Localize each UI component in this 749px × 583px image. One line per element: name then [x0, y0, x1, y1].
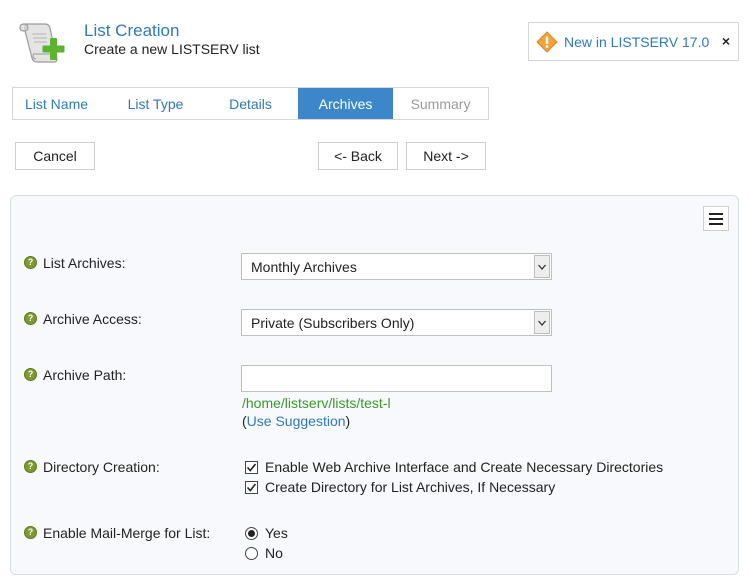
tab-summary: Summary — [410, 95, 471, 112]
list-archives-value: Monthly Archives — [251, 258, 357, 275]
tab-list-name[interactable]: List Name — [13, 88, 108, 119]
help-icon[interactable]: ? — [24, 368, 37, 381]
mail-merge-label: Enable Mail-Merge for List: — [43, 525, 211, 541]
back-button[interactable]: <- Back — [318, 142, 398, 170]
list-scroll-plus-icon — [16, 18, 68, 64]
directory-creation-label: Directory Creation: — [43, 459, 160, 475]
list-archives-select[interactable]: Monthly Archives — [241, 253, 552, 280]
enable-web-archive-label: Enable Web Archive Interface and Create … — [265, 459, 664, 475]
archive-access-select[interactable]: Private (Subscribers Only) — [241, 309, 552, 336]
archive-path-suggestion: /home/listserv/lists/test-l — [242, 395, 391, 411]
tab-archives[interactable]: Archives — [298, 88, 394, 119]
archive-path-label: Archive Path: — [43, 367, 127, 383]
radio-unselected-icon[interactable] — [245, 546, 258, 560]
wizard-tabs: List Name List Type Details Archives Sum… — [12, 87, 489, 120]
tab-details[interactable]: Details — [203, 88, 298, 119]
checkbox-checked-icon[interactable] — [245, 480, 258, 494]
suggest-paren-close: ) — [345, 413, 351, 429]
checkbox-checked-icon[interactable] — [245, 460, 258, 474]
close-icon[interactable]: × — [722, 33, 730, 49]
hamburger-menu-icon[interactable] — [703, 206, 729, 231]
archive-path-input[interactable] — [241, 365, 552, 392]
help-icon[interactable]: ? — [24, 256, 37, 269]
next-button[interactable]: Next -> — [406, 142, 486, 170]
archive-access-value: Private (Subscribers Only) — [251, 314, 415, 331]
whats-new-banner[interactable]: New in LISTSERV 17.0 × — [528, 22, 739, 61]
create-directory-label: Create Directory for List Archives, If N… — [265, 479, 556, 495]
list-archives-label: List Archives: — [43, 255, 126, 271]
cancel-button[interactable]: Cancel — [15, 142, 95, 170]
mail-merge-yes-label: Yes — [265, 525, 288, 541]
list-creation-page: List Creation Create a new LISTSERV list… — [0, 0, 749, 583]
use-suggestion-link[interactable]: Use Suggestion — [247, 413, 346, 429]
create-directory-checkbox-row[interactable]: Create Directory for List Archives, If N… — [245, 479, 555, 495]
warning-diamond-icon — [536, 30, 558, 53]
mail-merge-no-label: No — [265, 545, 283, 561]
mail-merge-no-radio-row[interactable]: No — [245, 545, 283, 561]
chevron-down-icon — [534, 255, 550, 278]
page-subtitle: Create a new LISTSERV list — [84, 41, 260, 57]
chevron-down-icon — [534, 311, 550, 334]
whats-new-link[interactable]: New in LISTSERV 17.0 — [564, 34, 709, 50]
help-icon[interactable]: ? — [24, 526, 37, 539]
archive-access-label: Archive Access: — [43, 311, 142, 327]
help-icon[interactable]: ? — [24, 460, 37, 473]
help-icon[interactable]: ? — [24, 312, 37, 325]
mail-merge-yes-radio-row[interactable]: Yes — [245, 525, 288, 541]
radio-selected-icon[interactable] — [245, 526, 258, 540]
tab-list-type[interactable]: List Type — [108, 88, 203, 119]
use-suggestion-wrapper: (Use Suggestion) — [242, 413, 350, 429]
enable-web-archive-checkbox-row[interactable]: Enable Web Archive Interface and Create … — [245, 459, 663, 475]
page-title: List Creation — [84, 21, 180, 40]
